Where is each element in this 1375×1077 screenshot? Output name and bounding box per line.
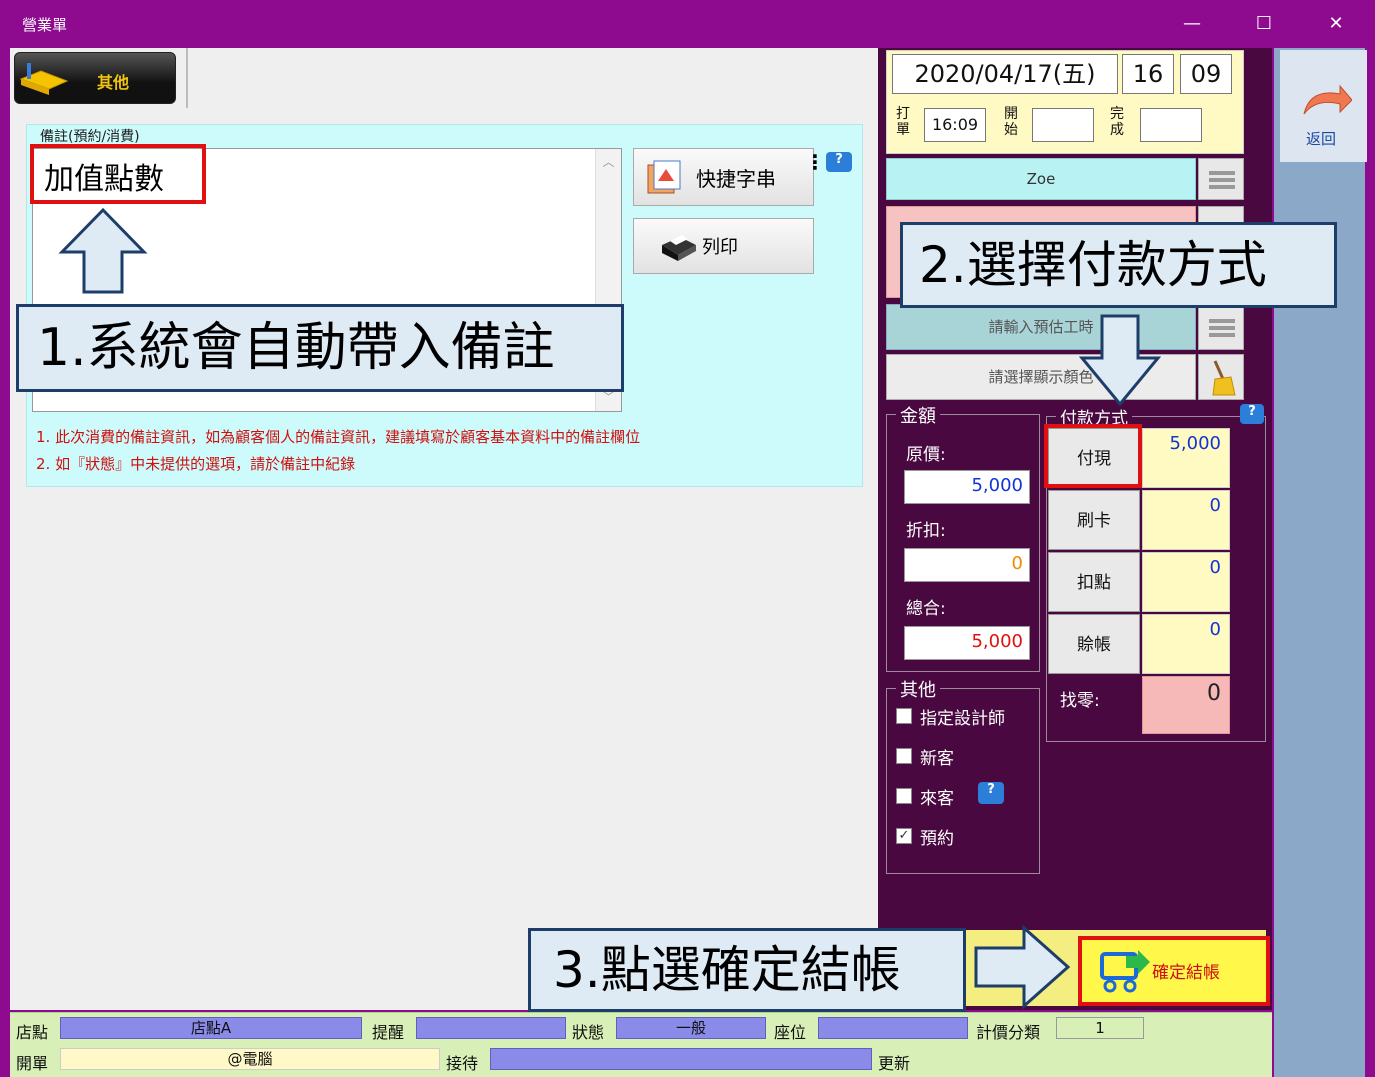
highlight-confirm [1078,936,1270,1006]
print-label: 列印 [702,237,738,258]
amount-group-label: 金額 [896,402,940,428]
store-field[interactable]: 店點A [60,1017,362,1039]
walk-in-checkbox[interactable] [896,788,912,804]
help-icon[interactable]: ? [978,782,1004,804]
start-time-field[interactable] [1032,108,1094,142]
start-label: 開始 [1004,106,1018,138]
pay-card-button[interactable]: 刷卡 [1048,490,1140,550]
arrow-down-icon [1078,314,1162,407]
print-button[interactable]: 列印 [633,218,814,274]
hint-line: 2. 如『狀態』中未提供的選項，請於備註中紀錄 [36,455,356,473]
pay-card-amount[interactable]: 0 [1142,490,1230,550]
original-price-label: 原價: [906,445,946,465]
note-group-label: 備註(預約/消費) [40,126,140,146]
window-title: 營業單 [22,16,68,34]
list-icon [1209,319,1235,337]
minimize-button[interactable]: — [1172,8,1212,40]
reminder-label: 提醒 [372,1023,405,1042]
seat-label: 座位 [774,1023,807,1042]
arrow-up-icon [58,207,148,294]
reception-field[interactable] [490,1048,872,1070]
callout-step2: 2.選擇付款方式 [900,222,1337,308]
maximize-button[interactable]: ☐ [1244,8,1284,40]
seat-field[interactable] [818,1017,968,1039]
arrow-right-icon [974,924,1071,1010]
other-group-label: 其他 [896,676,940,702]
back-label: 返回 [1306,130,1337,148]
list-icon [1209,171,1235,189]
discount-label: 折扣: [906,521,946,541]
original-price-field[interactable]: 5,000 [904,470,1030,504]
opener-label: 開單 [16,1054,49,1073]
status-bar-top: 店點 店點A 提醒 狀態 一般 座位 計價分類 1 [10,1012,1272,1044]
note-hints: 1. 此次消費的備註資訊，如為顧客個人的備註資訊，建議填寫於顧客基本資料中的備註… [36,424,640,478]
more-options-icon[interactable]: ⋮ [805,150,825,174]
pay-cash-amount[interactable]: 5,000 [1142,428,1230,488]
punch-label: 打單 [896,106,910,138]
back-button[interactable]: 返回 [1280,50,1367,162]
finish-time-field[interactable] [1140,108,1202,142]
price-class-field[interactable]: 1 [1056,1017,1144,1039]
help-icon[interactable]: ? [1240,404,1264,424]
side-rail: 返回 [1274,48,1367,1077]
minute-field[interactable]: 09 [1180,54,1232,94]
callout-step3: 3.點選確定結帳 [528,928,966,1012]
scroll-up-icon[interactable]: ︿ [596,153,621,170]
designer-checkbox-label: 指定設計師 [920,709,1005,729]
pay-points-button[interactable]: 扣點 [1048,552,1140,612]
close-button[interactable]: ✕ [1316,8,1356,40]
walk-in-label: 來客 [920,789,954,809]
price-class-label: 計價分類 [976,1023,1041,1042]
designer-field[interactable]: Zoe [886,158,1196,200]
opener-field[interactable]: @電腦 [60,1048,440,1070]
pay-credit-button[interactable]: 賒帳 [1048,614,1140,674]
callout-step1: 1.系統會自動帶入備註 [16,304,624,392]
folder-icon [19,63,69,95]
reservation-checkbox[interactable]: ✓ [896,828,912,844]
return-arrow-icon [1303,84,1352,115]
phrase-icon [647,160,681,194]
total-field: 5,000 [904,626,1030,660]
change-label: 找零: [1060,691,1100,711]
date-field[interactable]: 2020/04/17(五) [892,54,1118,94]
designer-checkbox[interactable] [896,708,912,724]
pay-points-amount[interactable]: 0 [1142,552,1230,612]
tab-other-label: 其他 [97,73,130,92]
estimate-list-button[interactable] [1198,304,1244,350]
printer-icon [662,235,696,261]
status-bar-bottom: 開單 @電腦 接待 更新 [10,1044,1272,1077]
reminder-field[interactable] [416,1017,566,1039]
update-label: 更新 [878,1054,911,1073]
punch-time-field[interactable]: 16:09 [924,108,986,142]
clear-button[interactable] [1198,354,1244,400]
hour-field[interactable]: 16 [1122,54,1174,94]
broom-icon [1212,360,1236,396]
new-customer-label: 新客 [920,749,954,769]
reception-label: 接待 [446,1054,479,1073]
change-field: 0 [1142,676,1230,734]
quick-phrase-label: 快捷字串 [696,167,776,191]
state-label: 狀態 [572,1023,605,1042]
discount-field[interactable]: 0 [904,548,1030,582]
help-icon[interactable]: ? [826,152,852,172]
store-label: 店點 [16,1023,49,1042]
tab-other[interactable]: 其他 [14,52,176,104]
designer-list-button[interactable] [1198,158,1244,200]
quick-phrase-button[interactable]: 快捷字串 [633,148,814,206]
finish-label: 完成 [1110,106,1124,138]
reservation-label: 預約 [920,829,954,849]
highlight-note [30,144,206,204]
state-field[interactable]: 一般 [616,1017,766,1039]
highlight-cash [1044,424,1142,488]
title-bar: 營業單 — ☐ ✕ [0,0,1375,48]
new-customer-checkbox[interactable] [896,748,912,764]
tab-divider [186,48,188,108]
pay-credit-amount[interactable]: 0 [1142,614,1230,674]
hint-line: 1. 此次消費的備註資訊，如為顧客個人的備註資訊，建議填寫於顧客基本資料中的備註… [36,428,641,446]
total-label: 總合: [906,599,946,619]
